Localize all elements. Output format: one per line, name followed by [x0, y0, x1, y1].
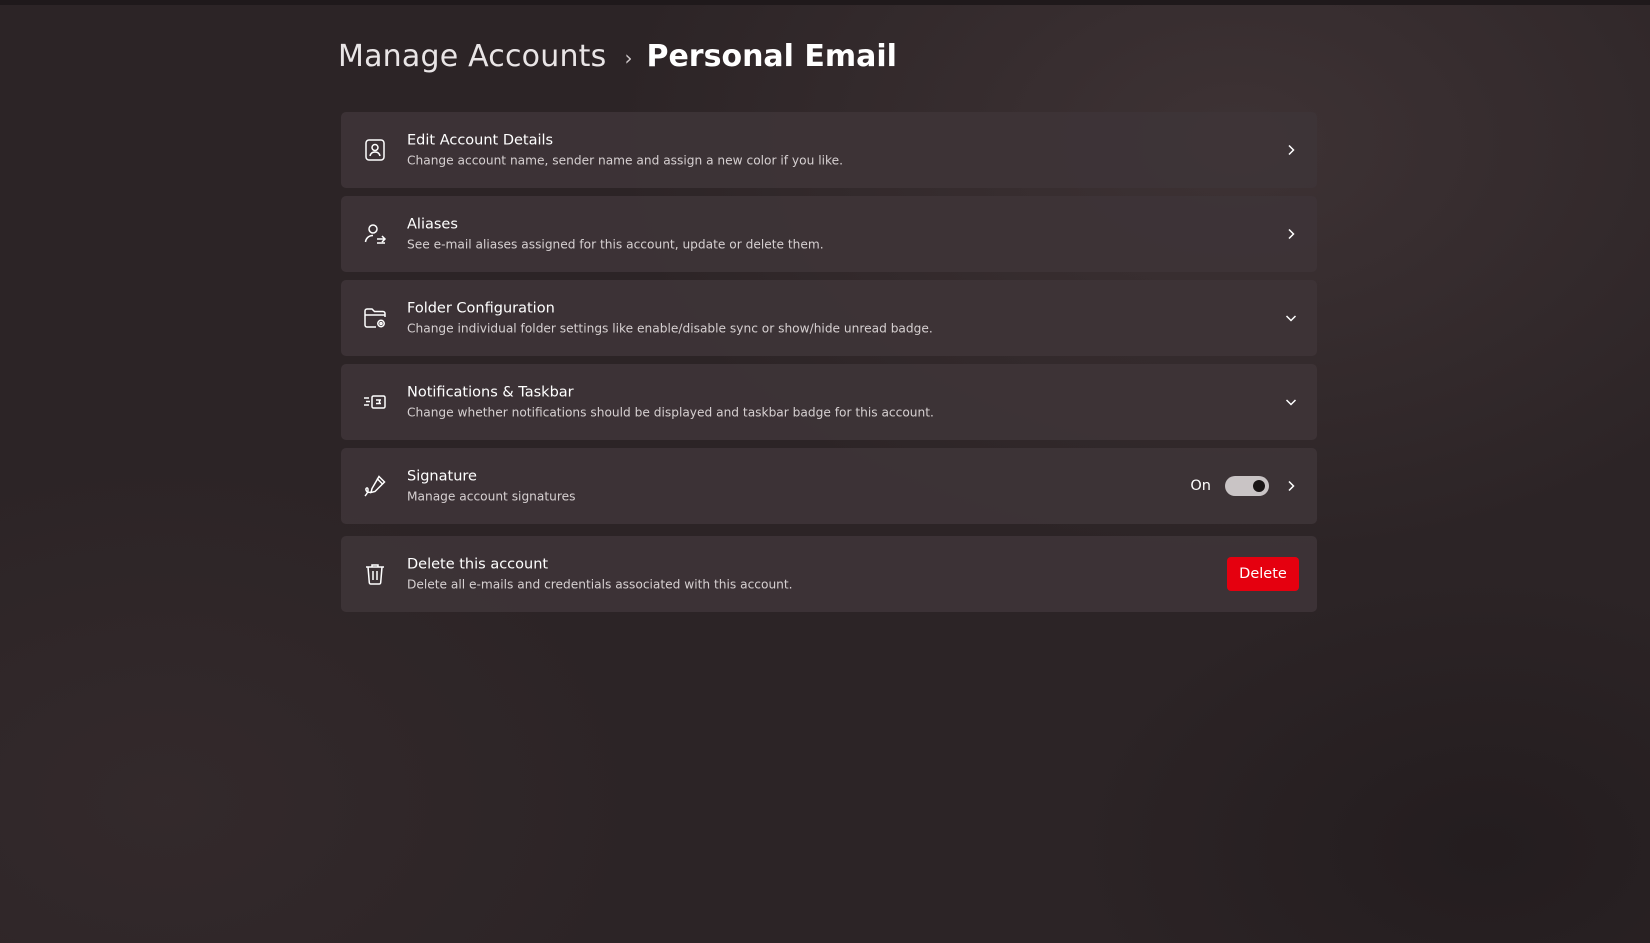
edit-account-details-description: Change account name, sender name and ass…	[407, 153, 843, 168]
delete-account-title: Delete this account	[407, 556, 549, 573]
notifications-icon	[361, 388, 389, 416]
aliases-icon	[361, 220, 389, 248]
aliases-item[interactable]: Aliases See e-mail aliases assigned for …	[341, 196, 1317, 272]
signature-description: Manage account signatures	[407, 489, 576, 504]
notifications-taskbar-title: Notifications & Taskbar	[407, 384, 574, 401]
chevron-down-icon	[1283, 394, 1299, 410]
signature-icon	[361, 472, 389, 500]
signature-toggle-label: On	[1190, 478, 1211, 494]
breadcrumb-separator-icon: ›	[624, 46, 633, 70]
aliases-title: Aliases	[407, 216, 458, 233]
page-title: Personal Email	[646, 38, 897, 74]
edit-account-details-item[interactable]: Edit Account Details Change account name…	[341, 112, 1317, 188]
folder-configuration-title: Folder Configuration	[407, 300, 555, 317]
window-top-edge	[0, 0, 1650, 5]
folder-configuration-item[interactable]: Folder Configuration Change individual f…	[341, 280, 1317, 356]
chevron-right-icon	[1283, 478, 1299, 494]
edit-account-details-title: Edit Account Details	[407, 132, 554, 149]
delete-button[interactable]: Delete	[1227, 557, 1299, 591]
folder-configuration-description: Change individual folder settings like e…	[407, 321, 933, 336]
chevron-right-icon	[1283, 142, 1299, 158]
chevron-down-icon	[1283, 310, 1299, 326]
notifications-taskbar-item[interactable]: Notifications & Taskbar Change whether n…	[341, 364, 1317, 440]
notifications-taskbar-description: Change whether notifications should be d…	[407, 405, 934, 420]
toggle-knob	[1253, 480, 1265, 492]
chevron-right-icon	[1283, 226, 1299, 242]
delete-account-item: Delete this account Delete all e-mails a…	[341, 536, 1317, 612]
signature-title: Signature	[407, 468, 477, 485]
breadcrumb: Manage Accounts › Personal Email	[338, 34, 897, 78]
signature-toggle[interactable]	[1225, 476, 1269, 496]
account-details-icon	[361, 136, 389, 164]
delete-account-description: Delete all e-mails and credentials assoc…	[407, 577, 793, 592]
trash-icon	[361, 560, 389, 588]
aliases-description: See e-mail aliases assigned for this acc…	[407, 237, 824, 252]
signature-item[interactable]: Signature Manage account signatures On	[341, 448, 1317, 524]
folder-settings-icon	[361, 304, 389, 332]
breadcrumb-manage-accounts[interactable]: Manage Accounts	[338, 39, 606, 74]
